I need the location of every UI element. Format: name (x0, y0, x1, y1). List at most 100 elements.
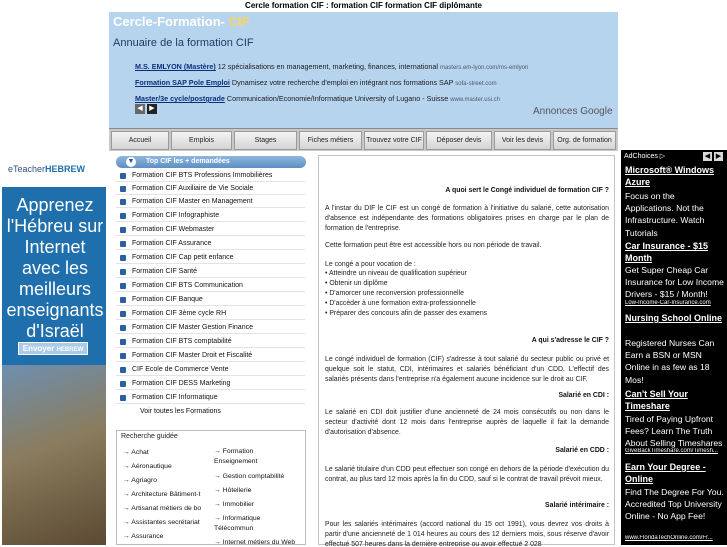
right-text-ads: AdChoices ▷ ◀ ▶ Microsoft® Windows Azure… (621, 150, 727, 545)
top-cif-header: ▼ Top CIF les + demandées (116, 156, 306, 168)
nav-tab-emplois[interactable]: Emplois (171, 131, 232, 150)
heading-interimaire: Salarié intérimaire : (545, 502, 609, 509)
menu-item[interactable]: Formation CIF Master Gestion Finance (116, 322, 305, 334)
guide-link[interactable]: → Artisanat métiers de bo (123, 504, 201, 513)
site-title[interactable]: Cercle-Formation- CIF (113, 14, 250, 29)
menu-item[interactable]: Formation CIF Auxiliaire de Vie Sociale (116, 183, 305, 195)
prev-arrow-icon[interactable]: ◀ (703, 152, 712, 161)
menu-item[interactable]: Formation CIF BTS Communication (116, 280, 305, 292)
guide-link[interactable]: → Informatique (214, 514, 260, 523)
menu-item-label: Formation CIF Santé (132, 268, 197, 275)
menu-item[interactable]: Formation CIF Infographiste (116, 210, 305, 222)
ad-url[interactable]: www.master.usi.ch (450, 97, 500, 103)
ad-url[interactable]: Low-Income-Car-Insurance.com (625, 300, 725, 306)
next-arrow-icon[interactable]: ▶ (714, 152, 723, 161)
menu-item-label: Formation CIF BTS Communication (132, 282, 243, 289)
nav-tab-org-formation[interactable]: Org. de formation (553, 131, 616, 150)
menu-item-label: Formation CIF 3ème cycle RH (132, 310, 227, 317)
bullet-icon (120, 311, 126, 317)
menu-item[interactable]: Formation CIF Santé (116, 266, 305, 278)
bullet-item: • Obtenir un diplôme (325, 280, 388, 287)
header-ad-2[interactable]: Formation SAP Pole Emploi Dynamisez votr… (135, 78, 497, 87)
menu-item[interactable]: CIF Ecole de Commerce Vente (116, 364, 305, 376)
ad-body: Focus on the Applications. Not the Infra… (625, 191, 705, 238)
guide-link[interactable]: → Assurance (123, 532, 163, 541)
bullet-icon (120, 227, 126, 233)
ad-title-timeshare[interactable]: Can't Sell Your Timeshare (625, 388, 725, 412)
paragraph: Pour les salariés intérimaires (accord n… (325, 521, 609, 546)
ad-title-degree[interactable]: Earn Your Degree - Online (625, 461, 725, 485)
ad-url[interactable]: www.FloridaTechOnline.com/Fr... (625, 535, 725, 541)
guide-link[interactable]: → Hôtellerie (214, 486, 251, 495)
ads-by-google[interactable]: Annonces Google (533, 106, 613, 117)
menu-item-label: CIF Ecole de Commerce Vente (132, 366, 229, 373)
nav-tab-accueil[interactable]: Accueil (111, 131, 169, 150)
ad-title-azure[interactable]: Microsoft® Windows Azure (625, 164, 725, 188)
menu-item[interactable]: Formation CIF DESS Marketing (116, 378, 305, 390)
ad-title[interactable]: Formation SAP Pole Emploi (135, 78, 230, 87)
menu-item[interactable]: Formation CIF Cap petit enfance (116, 252, 305, 264)
menu-item[interactable]: Formation CIF Master Droit et Fiscalité (116, 350, 305, 362)
guide-link[interactable]: → Agriagro (123, 476, 157, 485)
nav-tab-deposer-devis[interactable]: Déposer devis (426, 131, 492, 150)
top-cif-menu: Formation CIF BTS Professions Immobilièr… (116, 170, 305, 425)
ad-title[interactable]: Master/3e cycle/postgrade (135, 94, 225, 103)
guide-link[interactable]: → Immobilier (214, 500, 254, 509)
envoyer-button[interactable]: Envoyer HEBREW (18, 342, 88, 355)
menu-item[interactable]: Formation CIF 3ème cycle RH (116, 308, 305, 320)
guide-link[interactable]: → Architecture Bâtiment-t (123, 490, 200, 499)
menu-item[interactable]: Formation CIF BTS Professions Immobilièr… (116, 170, 305, 182)
paragraph: A l'instar du DIF le CIF est un congé de… (325, 205, 609, 232)
nav-tab-trouvez-cif[interactable]: Trouvez votre CIF (364, 131, 424, 150)
ad-url[interactable]: sofa-street.com (455, 81, 496, 87)
guide-link[interactable]: → Assistantes secrétariat (123, 518, 200, 527)
header-ad-3[interactable]: Master/3e cycle/postgrade Communication/… (135, 94, 500, 103)
nav-tab-fiches-metiers[interactable]: Fiches métiers (299, 131, 362, 150)
bullet-item: • D'accéder à une formation extra-profes… (325, 300, 476, 307)
paragraph: Le salarié en CDI doit justifier d'une a… (325, 409, 609, 436)
ad-prev-arrow-icon[interactable]: ◀ (135, 104, 145, 114)
ad-next-arrow-icon[interactable]: ▶ (147, 104, 157, 114)
chevron-down-icon: ▼ (126, 157, 136, 167)
menu-item[interactable]: Formation CIF Webmaster (116, 224, 305, 236)
menu-item[interactable]: Formation CIF Master en Management (116, 196, 305, 208)
ad-title[interactable]: M.S. EMLYON (Mastère) (135, 62, 216, 71)
ad-text: 12 spécialisations en management, market… (215, 62, 440, 71)
logo-eteacher: eTeacher (8, 164, 46, 174)
heading-a-qui: A qui s'adresse le CIF ? (531, 337, 609, 344)
bullet-icon (120, 283, 126, 289)
bullet-icon (120, 353, 126, 359)
bullet-icon (120, 395, 126, 401)
menu-item[interactable]: Formation CIF Assurance (116, 238, 305, 250)
header-ad-1[interactable]: M.S. EMLYON (Mastère) 12 spécialisations… (135, 62, 528, 71)
left-banner-ad[interactable]: eTeacherHEBREW Apprenez l'Hébreu sur Int… (2, 155, 106, 545)
guide-link-cont[interactable]: Télécommun (214, 524, 253, 533)
ad-body: Tired of Paying Upfront Fees? Learn The … (625, 414, 723, 449)
bullet-icon (120, 381, 126, 387)
ad-title-car-insurance[interactable]: Car Insurance - $15 Month (625, 240, 725, 264)
paragraph: Le salarié titulaire d'un CDD peut effec… (325, 466, 609, 483)
ad-url[interactable]: masters.em-lyon.com/ms-emlyon (440, 65, 528, 71)
page-top-title: Cercle formation CIF : formation CIF for… (245, 1, 482, 10)
guide-link[interactable]: → Gestion comptabilité (214, 472, 284, 481)
nav-tab-voir-devis[interactable]: Voir les devis (494, 131, 551, 150)
bullet-icon (120, 241, 126, 247)
bullet-icon (120, 297, 126, 303)
guide-link[interactable]: → Aéronautique (123, 462, 172, 471)
menu-item[interactable]: Formation CIF Informatique (116, 392, 305, 404)
ad-title-nursing[interactable]: Nursing School Online (625, 312, 725, 324)
button-brand: HEBREW (56, 347, 84, 353)
guide-link-cont[interactable]: Enseignement (214, 457, 257, 466)
voir-toutes-formations-link[interactable]: Voir toutes les Formations (116, 406, 305, 418)
ad-url[interactable]: GiveBackTimeshare.com/Timesh... (625, 448, 725, 454)
menu-item[interactable]: Formation CIF Banque (116, 294, 305, 306)
guide-link[interactable]: → Achat (123, 448, 149, 457)
nav-tab-stages[interactable]: Stages (234, 131, 297, 150)
guide-link[interactable]: → Formation (214, 447, 253, 456)
guide-link[interactable]: → Internet métiers du Web (214, 538, 295, 547)
menu-item[interactable]: Formation CIF BTS comptabilité (116, 336, 305, 348)
bullet-item: • Atteindre un niveau de qualification s… (325, 270, 467, 277)
adchoices-label[interactable]: AdChoices ▷ (624, 152, 665, 160)
bullet-icon (120, 255, 126, 261)
bullet-icon (120, 199, 126, 205)
